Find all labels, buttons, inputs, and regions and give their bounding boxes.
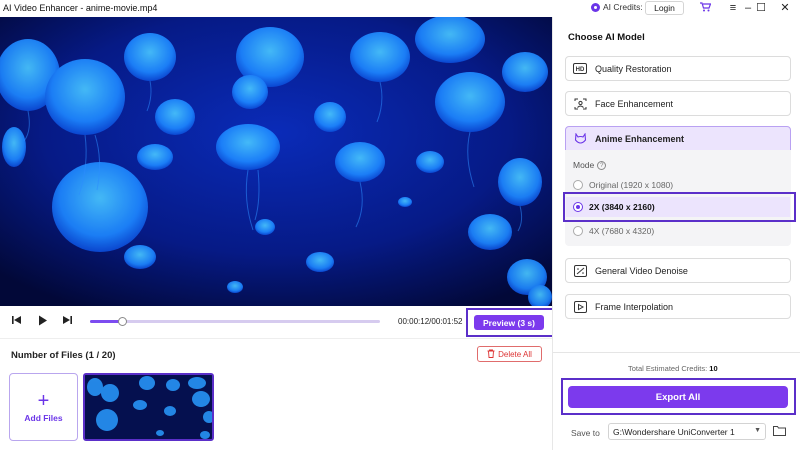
total-credits-value: 10 <box>709 364 718 373</box>
login-button[interactable]: Login <box>645 1 684 15</box>
model-face-enhancement[interactable]: Face Enhancement <box>565 91 791 116</box>
option-label: Original (1920 x 1080) <box>589 180 674 190</box>
files-count-label: Number of Files (1 / 20) <box>11 350 116 361</box>
export-highlight <box>561 378 796 415</box>
frame-icon <box>573 300 587 313</box>
radio-icon <box>573 226 583 236</box>
thumbnail-image <box>85 375 212 439</box>
video-thumbnail[interactable] <box>83 373 214 441</box>
divider <box>0 338 552 339</box>
save-path-select[interactable]: G:\Wondershare UniConverter 1 ▼ <box>608 423 766 440</box>
total-credits-label: Total Estimated Credits: <box>628 364 708 373</box>
ai-credits[interactable]: AI Credits: <box>591 2 643 12</box>
model-label: Face Enhancement <box>595 98 674 109</box>
model-frame-interpolation[interactable]: Frame Interpolation <box>565 294 791 319</box>
next-frame-icon[interactable] <box>60 315 74 329</box>
cart-icon[interactable] <box>699 2 711 14</box>
radio-icon <box>573 180 583 190</box>
minimize-icon[interactable]: – <box>741 1 755 15</box>
trash-icon <box>487 349 495 360</box>
face-scan-icon <box>573 98 587 110</box>
anime-icon <box>573 131 587 145</box>
model-label: General Video Denoise <box>595 265 688 276</box>
play-icon[interactable] <box>36 315 50 329</box>
model-label: Frame Interpolation <box>595 301 674 312</box>
folder-icon[interactable] <box>772 425 786 437</box>
video-preview[interactable] <box>0 17 552 306</box>
credits-label: AI Credits: <box>603 2 643 12</box>
panel-title: Choose AI Model <box>568 32 645 43</box>
total-credits: Total Estimated Credits: 10 <box>628 364 718 373</box>
timecode: 00:00:12/00:01:52 <box>398 317 463 326</box>
progress-slider[interactable] <box>90 317 380 326</box>
denoise-icon <box>573 264 587 277</box>
model-label: Anime Enhancement <box>595 133 685 144</box>
preview-highlight <box>466 308 554 337</box>
mode-option-4x[interactable]: 4X (7680 x 4320) <box>573 226 654 236</box>
credits-icon <box>591 2 600 12</box>
progress-handle[interactable] <box>117 317 127 326</box>
panel-divider <box>553 352 800 353</box>
add-files-label: Add Files <box>24 413 63 423</box>
menu-icon[interactable]: ≡ <box>726 1 740 15</box>
svg-text:HD: HD <box>576 67 585 73</box>
chevron-down-icon: ▼ <box>754 427 761 434</box>
title-bar: AI Video Enhancer - anime-movie.mp4 AI C… <box>0 0 800 17</box>
jellyfish-video-frame <box>0 17 552 306</box>
mode-2x-highlight <box>563 192 796 222</box>
mode-label: Mode ? <box>573 160 607 170</box>
mode-option-original[interactable]: Original (1920 x 1080) <box>573 180 673 190</box>
plus-icon: + <box>37 390 50 412</box>
help-icon[interactable]: ? <box>597 160 607 170</box>
option-label: 4X (7680 x 4320) <box>589 226 655 236</box>
mode-text: Mode <box>573 160 595 170</box>
delete-all-button[interactable]: Delete All <box>477 346 542 362</box>
delete-all-label: Delete All <box>498 349 532 359</box>
previous-frame-icon[interactable] <box>10 315 24 329</box>
add-files-button[interactable]: + Add Files <box>9 373 78 441</box>
maximize-icon[interactable]: ☐ <box>754 1 768 15</box>
model-quality-restoration[interactable]: HD Quality Restoration <box>565 56 791 81</box>
model-anime-enhancement[interactable]: Anime Enhancement <box>565 126 791 151</box>
window-title: AI Video Enhancer - anime-movie.mp4 <box>3 3 158 13</box>
model-label: Quality Restoration <box>595 63 672 74</box>
save-path-value: G:\Wondershare UniConverter 1 <box>613 426 735 437</box>
app-window: AI Video Enhancer - anime-movie.mp4 AI C… <box>0 0 800 450</box>
hd-icon: HD <box>573 62 587 75</box>
save-to-label: Save to <box>571 428 600 438</box>
model-general-denoise[interactable]: General Video Denoise <box>565 258 791 283</box>
close-icon[interactable]: ✕ <box>778 1 792 15</box>
